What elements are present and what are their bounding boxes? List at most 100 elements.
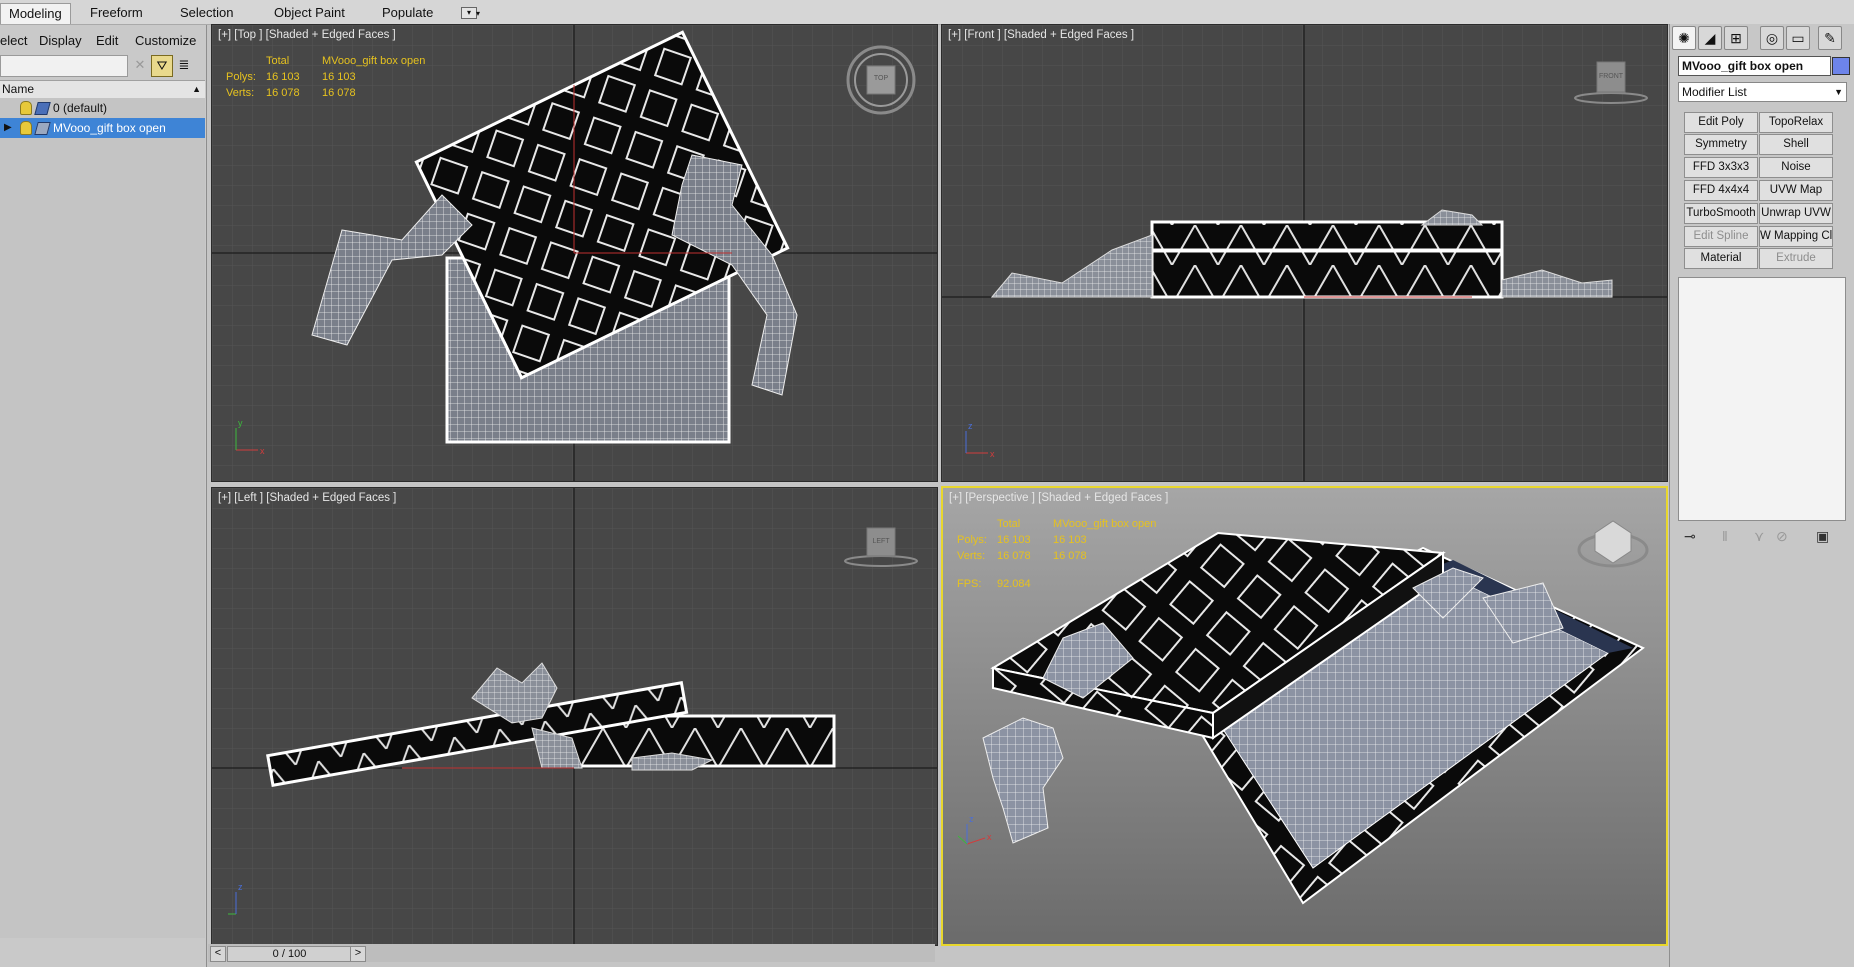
stats-verts-object: 16 078 <box>1053 550 1087 562</box>
tree-item-gift-box[interactable]: ▶ MVooo_gift box open <box>0 118 205 138</box>
time-slider[interactable]: 0 / 100 <box>227 946 352 962</box>
stats-total-header: Total <box>997 518 1021 530</box>
viewport-label[interactable]: [+] [Perspective ] [Shaded + Edged Faces… <box>949 492 1168 504</box>
show-end-result-icon[interactable]: ‖ <box>1722 528 1728 544</box>
modifier-turbosmooth-button[interactable]: TurboSmooth <box>1684 203 1758 224</box>
stats-object-header: MVooo_gift box open <box>1053 518 1157 530</box>
svg-text:y: y <box>238 418 243 428</box>
object-color-swatch[interactable] <box>1832 57 1850 75</box>
scene-tree: 0 (default) ▶ MVooo_gift box open <box>0 98 205 938</box>
modifier-ffd4-button[interactable]: FFD 4x4x4 <box>1684 180 1758 201</box>
stats-verts-total: 16 078 <box>997 550 1031 562</box>
tree-item-default-layer[interactable]: 0 (default) <box>0 98 205 118</box>
tab-populate[interactable]: Populate <box>374 3 441 23</box>
motion-tab-icon[interactable]: ◎ <box>1760 26 1784 50</box>
utilities-tab-icon[interactable]: ✎ <box>1818 26 1842 50</box>
light-bulb-icon[interactable] <box>20 121 32 135</box>
viewport-label[interactable]: [+] [Front ] [Shaded + Edged Faces ] <box>948 29 1134 41</box>
viewport-label[interactable]: [+] [Left ] [Shaded + Edged Faces ] <box>218 492 396 504</box>
viewport-left[interactable]: z [+] [Left ] [Shaded + Edged Faces ] LE… <box>211 487 938 946</box>
tab-freeform[interactable]: Freeform <box>82 3 151 23</box>
modifier-ffd3-button[interactable]: FFD 3x3x3 <box>1684 157 1758 178</box>
svg-text:x: x <box>260 446 265 456</box>
top-view-render: xy <box>212 25 937 481</box>
layer-icon <box>34 102 51 115</box>
stats-polys-object: 16 103 <box>322 71 356 83</box>
filter-icon[interactable]: ⛛ <box>151 55 173 77</box>
modifier-toporelax-button[interactable]: TopoRelax <box>1759 112 1833 133</box>
stats-verts-total: 16 078 <box>266 87 300 99</box>
modifier-list-dropdown[interactable]: Modifier List ▼ <box>1678 82 1847 102</box>
create-tab-icon[interactable]: ✺ <box>1672 26 1696 50</box>
viewport-top[interactable]: xy [+] [Top ] [Shaded + Edged Faces ] TO… <box>211 24 938 482</box>
menu-customize[interactable]: Customize <box>135 33 196 48</box>
stats-fps-label: FPS: <box>957 578 982 590</box>
stats-verts-label: Verts: <box>957 550 986 562</box>
remove-modifier-icon[interactable]: ⊘ <box>1776 528 1788 545</box>
next-frame-button[interactable]: > <box>350 946 366 962</box>
modifier-material-button[interactable]: Material <box>1684 248 1758 269</box>
stats-verts-object: 16 078 <box>322 87 356 99</box>
svg-text:z: z <box>238 882 243 892</box>
stats-polys-object: 16 103 <box>1053 534 1087 546</box>
explorer-menu: elect Display Edit Customize <box>0 29 206 51</box>
display-tab-icon[interactable]: ▭ <box>1786 26 1810 50</box>
stats-total-header: Total <box>266 55 290 67</box>
modifier-unwrap-uvw-button[interactable]: Unwrap UVW <box>1759 203 1833 224</box>
stats-polys-label: Polys: <box>226 71 256 83</box>
configure-modifier-sets-icon[interactable]: ▣ <box>1816 528 1829 545</box>
column-header-label: Name <box>2 82 35 96</box>
layer-display-icon[interactable]: ≣ <box>174 55 194 75</box>
menu-select[interactable]: elect <box>0 33 27 48</box>
modifier-edit-poly-button[interactable]: Edit Poly <box>1684 112 1758 133</box>
clear-icon[interactable]: ✕ <box>130 55 150 75</box>
light-bulb-icon[interactable] <box>20 101 32 115</box>
modifier-noise-button[interactable]: Noise <box>1759 157 1833 178</box>
tab-selection[interactable]: Selection <box>172 3 241 23</box>
make-unique-icon[interactable]: ⋎ <box>1754 528 1764 545</box>
modifier-edit-spline-button[interactable]: Edit Spline <box>1684 226 1758 247</box>
stats-polys-total: 16 103 <box>997 534 1031 546</box>
tab-object-paint[interactable]: Object Paint <box>266 3 353 23</box>
viewport-front[interactable]: xz [+] [Front ] [Shaded + Edged Faces ] … <box>941 24 1668 482</box>
menu-edit[interactable]: Edit <box>96 33 118 48</box>
sort-up-icon[interactable]: ▲ <box>192 81 201 98</box>
modifier-uvw-mapping-clear-button[interactable]: W Mapping Cle <box>1759 226 1833 247</box>
viewcube-face-label[interactable]: FRONT <box>1597 73 1625 80</box>
viewcube-face-label[interactable]: TOP <box>867 75 895 82</box>
pin-stack-icon[interactable]: ⊸ <box>1684 528 1696 545</box>
svg-text:z: z <box>968 421 973 431</box>
modify-tab-icon[interactable]: ◢ <box>1698 26 1722 50</box>
modifier-extrude-button[interactable]: Extrude <box>1759 248 1833 269</box>
stats-polys-total: 16 103 <box>266 71 300 83</box>
viewcube-face-label[interactable]: LEFT <box>867 538 895 545</box>
previous-frame-button[interactable]: < <box>210 946 226 962</box>
layer-icon <box>34 122 51 135</box>
stats-polys-label: Polys: <box>957 534 987 546</box>
chevron-down-icon[interactable]: ▼ <box>1834 83 1843 101</box>
stats-verts-label: Verts: <box>226 87 255 99</box>
dropdown-icon[interactable]: ▾ <box>461 7 477 19</box>
search-input[interactable] <box>0 55 128 77</box>
modifier-uvw-map-button[interactable]: UVW Map <box>1759 180 1833 201</box>
object-name-field[interactable]: MVooo_gift box open <box>1678 56 1831 76</box>
tab-modeling[interactable]: Modeling <box>0 3 71 24</box>
expand-arrow-icon[interactable]: ▶ <box>4 118 12 138</box>
svg-text:x: x <box>990 449 995 459</box>
modifier-stack[interactable] <box>1678 277 1846 521</box>
chevron-down-icon[interactable]: ▾ <box>476 9 480 18</box>
menu-display[interactable]: Display <box>39 33 82 48</box>
viewport-label[interactable]: [+] [Top ] [Shaded + Edged Faces ] <box>218 29 396 41</box>
column-header-name[interactable]: Name ▲ <box>0 80 205 99</box>
modifier-list-label: Modifier List <box>1682 85 1747 99</box>
tree-item-label: MVooo_gift box open <box>53 121 166 135</box>
svg-text:x: x <box>987 832 992 842</box>
modifier-shell-button[interactable]: Shell <box>1759 134 1833 155</box>
tree-item-label: 0 (default) <box>53 101 108 115</box>
stats-object-header: MVooo_gift box open <box>322 55 426 67</box>
hierarchy-tab-icon[interactable]: ⊞ <box>1724 26 1748 50</box>
left-view-render: z <box>212 488 937 945</box>
viewport-perspective[interactable]: xz [+] [Perspective ] [Shaded + Edged Fa… <box>941 486 1668 946</box>
modifier-symmetry-button[interactable]: Symmetry <box>1684 134 1758 155</box>
front-view-render: xz <box>942 25 1667 481</box>
